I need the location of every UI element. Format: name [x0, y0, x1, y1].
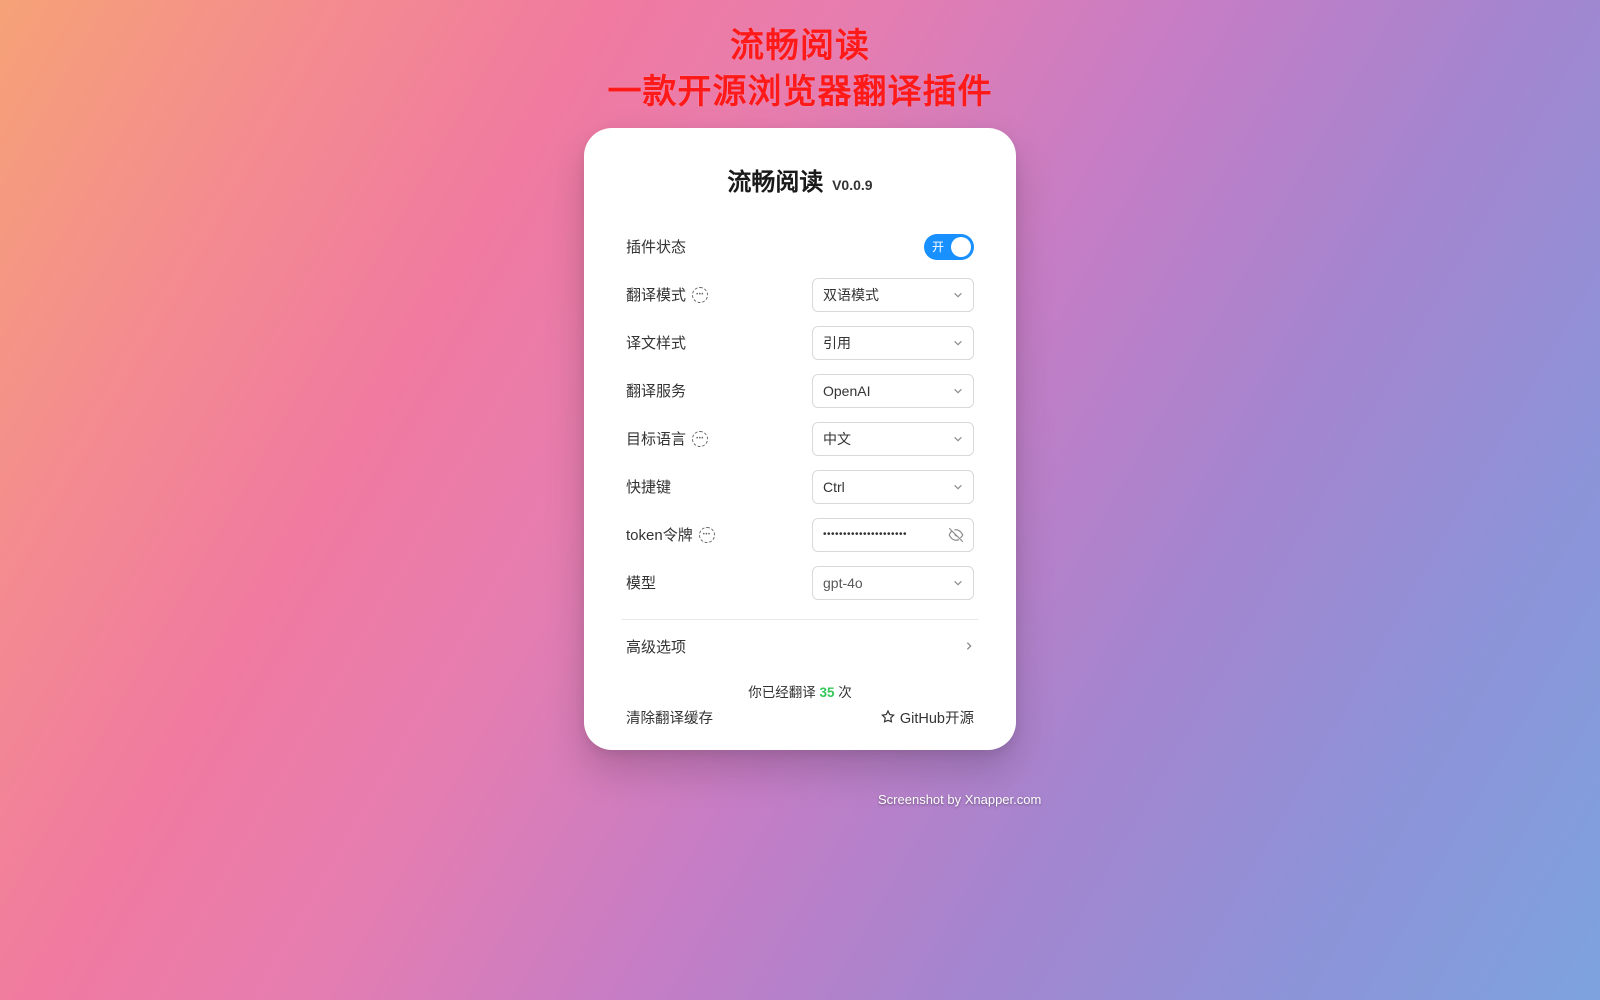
mode-select[interactable]: 双语模式	[812, 278, 974, 312]
hotkey-select[interactable]: Ctrl	[812, 470, 974, 504]
card-footer: 清除翻译缓存 GitHub开源	[626, 707, 974, 728]
screenshot-credit: Screenshot by Xnapper.com	[878, 792, 1041, 807]
style-value: 引用	[823, 333, 851, 353]
row-token: token令牌 •••••••••••••••••••••	[626, 511, 974, 559]
plugin-state-toggle[interactable]: 开	[924, 234, 974, 260]
clear-cache-link[interactable]: 清除翻译缓存	[626, 707, 713, 728]
label-hotkey: 快捷键	[626, 476, 671, 497]
row-service: 翻译服务 OpenAI	[626, 367, 974, 415]
eye-off-icon[interactable]	[947, 526, 965, 544]
style-select[interactable]: 引用	[812, 326, 974, 360]
row-model: 模型 gpt-4o	[626, 559, 974, 607]
row-hotkey: 快捷键 Ctrl	[626, 463, 974, 511]
mode-value: 双语模式	[823, 285, 879, 305]
chevron-down-icon	[953, 290, 963, 300]
stats-count: 35	[819, 685, 834, 700]
label-service: 翻译服务	[626, 380, 686, 401]
chevron-down-icon	[953, 578, 963, 588]
label-mode: 翻译模式	[626, 284, 708, 305]
model-value: gpt-4o	[823, 575, 863, 591]
translation-stats: 你已经翻译 35 次	[626, 681, 974, 701]
github-label: GitHub开源	[900, 707, 974, 728]
chevron-down-icon	[953, 386, 963, 396]
star-icon	[880, 709, 896, 725]
help-icon[interactable]	[699, 527, 715, 543]
service-select[interactable]: OpenAI	[812, 374, 974, 408]
target-language-select[interactable]: 中文	[812, 422, 974, 456]
label-style: 译文样式	[626, 332, 686, 353]
advanced-label: 高级选项	[626, 636, 686, 657]
label-plugin-state: 插件状态	[626, 236, 686, 257]
hero-line2: 一款开源浏览器翻译插件	[0, 70, 1600, 116]
github-link[interactable]: GitHub开源	[880, 707, 974, 728]
help-icon[interactable]	[692, 287, 708, 303]
card-title: 流畅阅读 V0.0.9	[626, 162, 974, 197]
label-target-language: 目标语言	[626, 428, 708, 449]
token-masked: •••••••••••••••••••••	[823, 529, 907, 540]
toggle-on-text: 开	[932, 238, 944, 255]
advanced-options-row[interactable]: 高级选项	[626, 620, 974, 667]
chevron-right-icon	[964, 638, 974, 655]
hotkey-value: Ctrl	[823, 479, 845, 495]
hero-line1: 流畅阅读	[0, 24, 1600, 70]
app-version: V0.0.9	[832, 177, 872, 193]
hero-title: 流畅阅读 一款开源浏览器翻译插件	[0, 0, 1600, 116]
model-select[interactable]: gpt-4o	[812, 566, 974, 600]
app-name: 流畅阅读	[727, 169, 823, 196]
row-target-language: 目标语言 中文	[626, 415, 974, 463]
settings-card: 流畅阅读 V0.0.9 插件状态 开 翻译模式 双语模式 译文样式 引用	[584, 128, 1016, 750]
chevron-down-icon	[953, 434, 963, 444]
chevron-down-icon	[953, 482, 963, 492]
chevron-down-icon	[953, 338, 963, 348]
label-token: token令牌	[626, 524, 715, 545]
service-value: OpenAI	[823, 383, 870, 399]
target-language-value: 中文	[823, 429, 851, 449]
label-model: 模型	[626, 572, 656, 593]
token-input[interactable]: •••••••••••••••••••••	[812, 518, 974, 552]
row-style: 译文样式 引用	[626, 319, 974, 367]
row-plugin-state: 插件状态 开	[626, 223, 974, 271]
help-icon[interactable]	[692, 431, 708, 447]
row-mode: 翻译模式 双语模式	[626, 271, 974, 319]
